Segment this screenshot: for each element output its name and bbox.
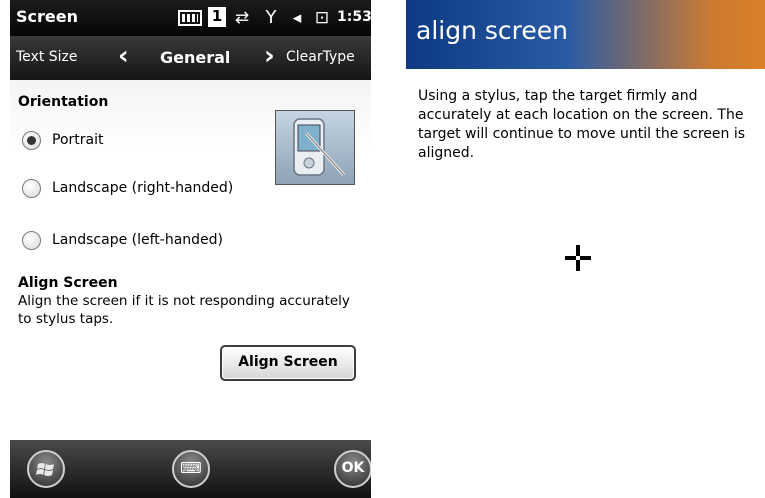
crosshair-center [576,256,580,260]
sync-icon[interactable]: ⇄ [231,9,253,27]
orientation-heading: Orientation [18,94,109,110]
status-bar: Screen 1 ⇄ Y ◂ ⊡ 1:53 [10,0,371,36]
tab-general[interactable]: General [160,48,230,67]
windows-flag-icon [36,463,54,476]
radio-label[interactable]: Landscape (right-handed) [52,180,233,196]
settings-content: Orientation Portrait Landscape (right-ha… [10,80,371,440]
softkey-bar: ⌨ OK [10,440,371,498]
align-screen-header: align screen [406,0,765,69]
status-title: Screen [16,7,78,26]
radio-button-checked[interactable] [22,131,41,150]
align-instructions: Using a stylus, tap the target firmly an… [418,88,746,161]
windows-start-icon[interactable] [27,450,65,488]
page-title: align screen [416,16,568,45]
signal-icon[interactable]: Y [260,9,282,27]
align-screen-heading: Align Screen [18,275,118,291]
screen-settings-panel: Screen 1 ⇄ Y ◂ ⊡ 1:53 Text Size ‹ Genera… [10,0,371,498]
clock[interactable]: 1:53 [337,9,371,25]
radio-button[interactable] [22,179,41,198]
tab-text-size[interactable]: Text Size [16,49,78,65]
crosshair-icon[interactable] [565,245,591,271]
tab-navigation: Text Size ‹ General › ClearType [10,36,371,80]
ok-button[interactable]: OK [334,450,371,488]
power-icon[interactable]: ⊡ [311,9,333,27]
chevron-left-icon[interactable]: ‹ [118,42,129,70]
volume-icon[interactable]: ◂ [286,9,308,27]
tab-cleartype[interactable]: ClearType [286,49,355,65]
keyboard-icon[interactable]: ⌨ [172,450,210,488]
align-screen-description: Align the screen if it is not responding… [18,293,350,327]
pda-stylus-icon [293,118,346,177]
radio-label[interactable]: Portrait [52,132,103,148]
align-screen-button[interactable]: Align Screen [220,345,356,381]
sim-icon[interactable]: 1 [208,7,226,27]
radio-label[interactable]: Landscape (left-handed) [52,232,223,248]
chevron-right-icon[interactable]: › [264,42,275,70]
battery-icon[interactable] [178,10,202,26]
pda-device-image [275,110,355,185]
align-screen-panel: align screen Using a stylus, tap the tar… [406,0,765,498]
radio-button[interactable] [22,231,41,250]
